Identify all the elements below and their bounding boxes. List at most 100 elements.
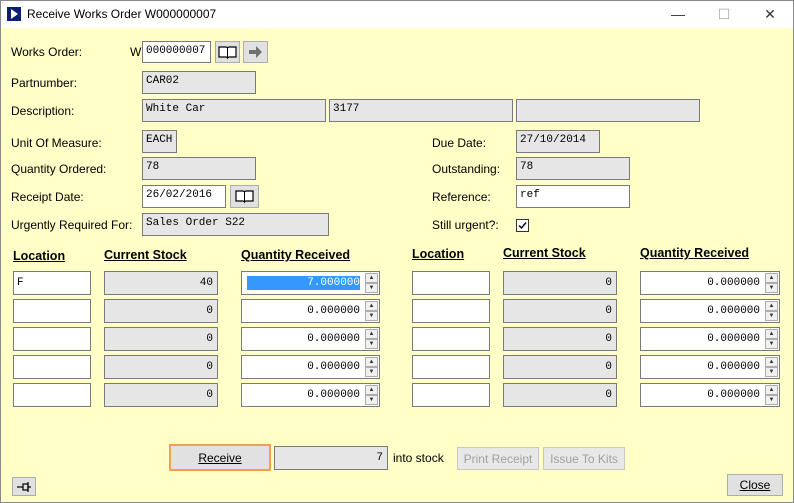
left-qty-received-spinner[interactable]: 0.000000 ▲ ▼ [241,327,380,351]
works-order-input[interactable]: 000000007 [142,41,211,63]
receive-works-order-window: Receive Works Order W000000007 — ☐ ✕ Wor… [0,0,794,503]
qty-value[interactable]: 0.000000 [242,328,363,350]
uom-field: EACH [142,130,177,153]
qty-value: 7.000000 [242,272,363,294]
uom-label: Unit Of Measure: [11,136,102,150]
close-button-label: Close [739,478,771,492]
title-bar: Receive Works Order W000000007 — ☐ ✕ [1,1,793,28]
left-current-stock-field: 0 [104,327,218,351]
receipt-date-picker-button[interactable] [230,185,259,208]
print-receipt-button[interactable]: Print Receipt [457,447,539,470]
book-icon [235,190,254,204]
pin-button[interactable] [12,477,36,496]
spin-up-arrow[interactable]: ▲ [365,357,378,367]
pin-icon [17,482,31,492]
left-qty-received-spinner[interactable]: 0.000000 ▲ ▼ [241,355,380,379]
description-field-2: 3177 [329,99,513,122]
right-location-header: Location [412,247,465,261]
left-qty-received-spinner[interactable]: 0.000000 ▲ ▼ [241,383,380,407]
right-location-input[interactable] [412,327,490,351]
spin-down-arrow[interactable]: ▼ [765,395,778,405]
spin-down-arrow[interactable]: ▼ [765,283,778,293]
minimize-button[interactable]: — [655,1,701,28]
right-current-stock-field: 0 [503,355,617,379]
right-current-stock-field: 0 [503,299,617,323]
right-location-input[interactable] [412,271,490,295]
spin-down-arrow[interactable]: ▼ [365,339,378,349]
right-current-stock-field: 0 [503,271,617,295]
right-qty-received-spinner[interactable]: 0.000000 ▲ ▼ [640,299,780,323]
qty-value[interactable]: 0.000000 [641,356,763,378]
left-current-stock-field: 0 [104,383,218,407]
right-qty-received-spinner[interactable]: 0.000000 ▲ ▼ [640,355,780,379]
spin-down-arrow[interactable]: ▼ [365,395,378,405]
spin-up-arrow[interactable]: ▲ [765,273,778,283]
qty-value[interactable]: 0.000000 [242,356,363,378]
spin-down-arrow[interactable]: ▼ [365,367,378,377]
spin-up-arrow[interactable]: ▲ [365,329,378,339]
receipt-date-input[interactable]: 26/02/2016 [142,185,226,208]
qty-value[interactable]: 0.000000 [641,272,763,294]
spin-down-arrow[interactable]: ▼ [365,311,378,321]
close-button[interactable]: Close [727,474,783,496]
spin-down-arrow[interactable]: ▼ [765,367,778,377]
left-qty-received-spinner[interactable]: 7.000000 ▲ ▼ [241,271,380,295]
spin-up-arrow[interactable]: ▲ [765,329,778,339]
works-order-navigate-button[interactable] [243,41,268,63]
right-qty-received-spinner[interactable]: 0.000000 ▲ ▼ [640,271,780,295]
left-location-input[interactable] [13,355,91,379]
reference-input[interactable]: ref [516,185,630,208]
spin-up-arrow[interactable]: ▲ [765,301,778,311]
right-location-input[interactable] [412,355,490,379]
left-location-input[interactable]: F [13,271,91,295]
spin-up-arrow[interactable]: ▲ [365,273,378,283]
play-arrow-icon [7,7,21,21]
works-order-lookup-button[interactable] [215,41,240,63]
left-current-stock-field: 40 [104,271,218,295]
right-qty-received-spinner[interactable]: 0.000000 ▲ ▼ [640,327,780,351]
still-urgent-checkbox[interactable] [516,219,529,232]
receive-button[interactable]: Receive [169,444,271,471]
urgent-for-field: Sales Order S22 [142,213,329,236]
qty-value[interactable]: 0.000000 [242,384,363,406]
arrow-right-icon [249,46,262,58]
receive-button-label: Receive [198,451,242,465]
spin-up-arrow[interactable]: ▲ [765,357,778,367]
right-location-input[interactable] [412,383,490,407]
close-window-button[interactable]: ✕ [747,1,793,28]
spin-down-arrow[interactable]: ▼ [765,339,778,349]
right-current-stock-header: Current Stock [503,246,586,260]
due-date-label: Due Date: [432,136,487,150]
spin-up-arrow[interactable]: ▲ [365,301,378,311]
outstanding-label: Outstanding: [432,162,501,176]
partnumber-label: Partnumber: [11,76,78,90]
issue-to-kits-button[interactable]: Issue To Kits [543,447,625,470]
outstanding-field: 78 [516,157,630,180]
qty-value[interactable]: 0.000000 [641,328,763,350]
left-location-header: Location [13,249,66,263]
partnumber-field: CAR02 [142,71,256,94]
left-location-input[interactable] [13,383,91,407]
left-current-stock-field: 0 [104,355,218,379]
receive-total-field: 7 [274,446,388,470]
left-location-input[interactable] [13,327,91,351]
maximize-button[interactable]: ☐ [701,1,747,28]
qty-value[interactable]: 0.000000 [242,300,363,322]
left-quantity-received-header: Quantity Received [241,248,351,262]
left-location-input[interactable] [13,299,91,323]
reference-label: Reference: [432,190,491,204]
right-location-input[interactable] [412,299,490,323]
spin-down-arrow[interactable]: ▼ [365,283,378,293]
right-qty-received-spinner[interactable]: 0.000000 ▲ ▼ [640,383,780,407]
urgent-for-label: Urgently Required For: [11,218,133,232]
spin-up-arrow[interactable]: ▲ [765,385,778,395]
qty-value[interactable]: 0.000000 [641,384,763,406]
qty-value[interactable]: 0.000000 [641,300,763,322]
spin-up-arrow[interactable]: ▲ [365,385,378,395]
right-quantity-received-header: Quantity Received [640,246,750,260]
qty-value-text[interactable]: 7.000000 [247,276,360,290]
spin-down-arrow[interactable]: ▼ [765,311,778,321]
left-qty-received-spinner[interactable]: 0.000000 ▲ ▼ [241,299,380,323]
right-current-stock-field: 0 [503,327,617,351]
qty-ordered-field: 78 [142,157,256,180]
